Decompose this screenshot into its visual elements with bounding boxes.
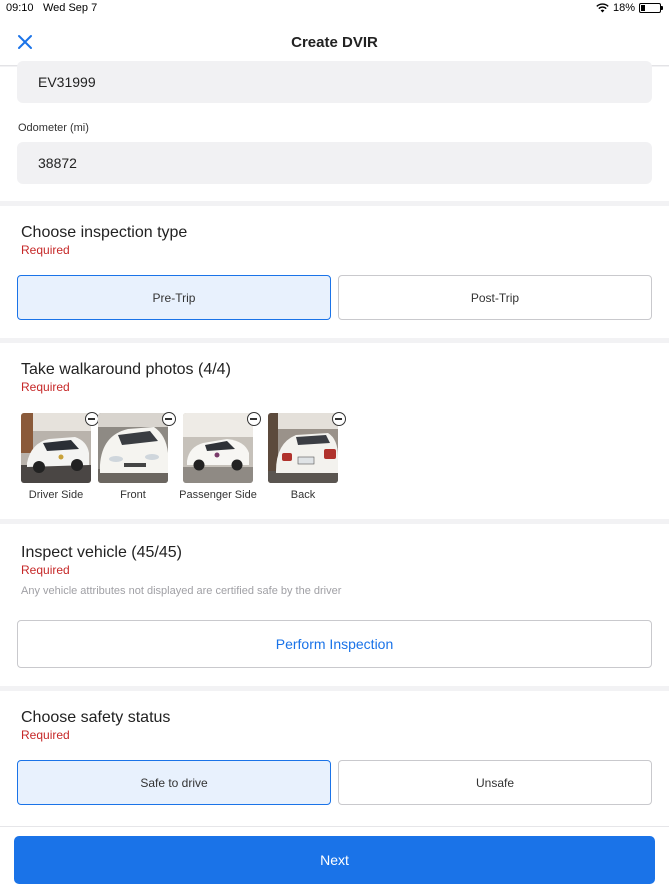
inspect-required: Required [21, 563, 70, 577]
page-title: Create DVIR [291, 34, 378, 51]
photo-passenger-side[interactable]: Passenger Side [179, 412, 261, 501]
safety-status-section: Choose safety status Required Safe to dr… [0, 691, 669, 826]
inspect-vehicle-section: Inspect vehicle (45/45) Required Any veh… [0, 524, 669, 686]
vehicle-section: EV31999 Odometer (mi) 38872 [0, 61, 669, 201]
inspect-hint: Any vehicle attributes not displayed are… [21, 585, 342, 597]
photo-thumbnail[interactable] [98, 413, 168, 483]
bottom-bar: Next [0, 826, 669, 894]
safety-title: Choose safety status [21, 709, 171, 726]
safe-to-drive-button[interactable]: Safe to drive [17, 760, 331, 805]
inspection-type-title: Choose inspection type [21, 224, 188, 241]
photo-driver-side[interactable]: Driver Side [21, 412, 99, 501]
status-indicators: 18% [596, 2, 663, 14]
odometer-label: Odometer (mi) [18, 122, 89, 134]
status-bar: 09:10 Wed Sep 7 18% [0, 0, 669, 18]
remove-circle-icon[interactable] [332, 412, 346, 426]
photo-label-back: Back [290, 489, 316, 501]
battery-percent: 18% [612, 2, 635, 14]
walkaround-photos-section: Take walkaround photos (4/4) Required Dr… [0, 343, 669, 519]
vehicle-field[interactable]: EV31999 [17, 61, 652, 103]
inspection-type-section: Choose inspection type Required Pre-Trip… [0, 206, 669, 338]
remove-circle-icon[interactable] [162, 412, 176, 426]
photo-back[interactable]: Back [268, 412, 346, 501]
post-trip-button[interactable]: Post-Trip [338, 275, 652, 320]
inspect-title: Inspect vehicle (45/45) [21, 544, 182, 561]
wifi-icon [596, 3, 609, 13]
photo-thumbnail[interactable] [268, 413, 338, 483]
photo-thumbnail[interactable] [183, 413, 253, 483]
photos-title: Take walkaround photos (4/4) [21, 361, 231, 378]
remove-circle-icon[interactable] [247, 412, 261, 426]
nav-bar: Create DVIR [0, 18, 669, 66]
pre-trip-button[interactable]: Pre-Trip [17, 275, 331, 320]
photo-front[interactable]: Front [98, 412, 176, 501]
status-time: 09:10 [6, 2, 34, 14]
safety-required: Required [21, 728, 70, 742]
remove-circle-icon[interactable] [85, 412, 99, 426]
battery-icon [639, 3, 663, 13]
unsafe-button[interactable]: Unsafe [338, 760, 652, 805]
next-button[interactable]: Next [14, 836, 655, 884]
photos-required: Required [21, 380, 70, 394]
odometer-field[interactable]: 38872 [17, 142, 652, 184]
photo-thumbnail[interactable] [21, 413, 91, 483]
inspection-type-required: Required [21, 243, 70, 257]
perform-inspection-button[interactable]: Perform Inspection [17, 620, 652, 668]
status-date: Wed Sep 7 [43, 2, 98, 14]
